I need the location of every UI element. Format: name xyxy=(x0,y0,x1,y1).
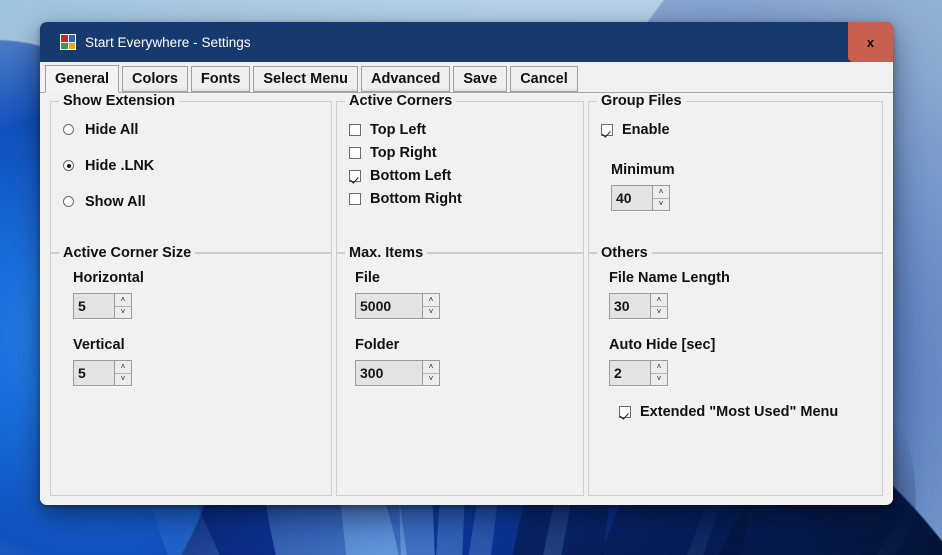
label-minimum: Minimum xyxy=(611,162,675,178)
checkbox-indicator-icon xyxy=(619,405,631,418)
group-others: Others File Name Length 30 ˄ ˅ Auto Hide… xyxy=(588,245,883,496)
stepper-minimum-value[interactable]: 40 xyxy=(612,186,652,210)
checkbox-indicator-icon xyxy=(601,123,613,136)
stepper-buttons: ˄ ˅ xyxy=(422,361,439,385)
stepper-auto-hide-value[interactable]: 2 xyxy=(610,361,650,385)
checkbox-extended-most-used-menu[interactable]: Extended "Most Used" Menu xyxy=(619,400,870,423)
close-button[interactable]: x xyxy=(848,22,893,62)
radio-indicator-icon xyxy=(63,124,74,135)
stepper-max-file-value[interactable]: 5000 xyxy=(356,294,422,318)
checkbox-enable-group-files[interactable]: Enable xyxy=(601,118,870,141)
stepper-down-icon[interactable]: ˅ xyxy=(423,373,439,385)
group-others-legend: Others xyxy=(597,245,652,261)
label-folder: Folder xyxy=(355,337,400,353)
tab-general[interactable]: General xyxy=(45,65,119,93)
stepper-up-icon[interactable]: ˄ xyxy=(651,294,667,307)
group-max-items-legend: Max. Items xyxy=(345,245,428,261)
stepper-file-name-length-value[interactable]: 30 xyxy=(610,294,650,318)
checkbox-indicator-icon xyxy=(349,169,361,182)
tab-bar: General Colors Fonts Select Menu Advance… xyxy=(40,62,893,93)
label-vertical: Vertical xyxy=(73,337,125,353)
radio-indicator-icon xyxy=(63,160,74,171)
label-horizontal: Horizontal xyxy=(73,270,144,286)
group-active-corner-size-legend: Active Corner Size xyxy=(59,245,196,261)
stepper-down-icon[interactable]: ˅ xyxy=(115,306,131,318)
stepper-buttons: ˄ ˅ xyxy=(114,294,131,318)
label-auto-hide: Auto Hide [sec] xyxy=(609,337,716,353)
stepper-file-name-length[interactable]: 30 ˄ ˅ xyxy=(609,293,668,319)
checkbox-indicator-icon xyxy=(349,192,361,205)
stepper-horizontal[interactable]: 5 ˄ ˅ xyxy=(73,293,132,319)
tab-advanced[interactable]: Advanced xyxy=(361,66,451,92)
stepper-up-icon[interactable]: ˄ xyxy=(651,361,667,374)
group-active-corners-legend: Active Corners xyxy=(345,93,457,109)
radio-show-all[interactable]: Show All xyxy=(63,190,319,213)
stepper-down-icon[interactable]: ˅ xyxy=(651,373,667,385)
radio-label: Show All xyxy=(85,193,146,210)
radio-hide-lnk[interactable]: Hide .LNK xyxy=(63,154,319,177)
tab-select-menu[interactable]: Select Menu xyxy=(253,66,358,92)
label-file: File xyxy=(355,270,380,286)
radio-label: Hide .LNK xyxy=(85,157,155,174)
label-file-name-length: File Name Length xyxy=(609,270,730,286)
checkbox-bottom-left[interactable]: Bottom Left xyxy=(349,164,571,187)
stepper-buttons: ˄ ˅ xyxy=(650,361,667,385)
stepper-down-icon[interactable]: ˅ xyxy=(115,373,131,385)
checkbox-bottom-right[interactable]: Bottom Right xyxy=(349,187,571,210)
stepper-down-icon[interactable]: ˅ xyxy=(653,198,669,210)
stepper-up-icon[interactable]: ˄ xyxy=(115,361,131,374)
desktop-wallpaper: Start Everywhere - Settings x General Co… xyxy=(0,0,942,555)
checkbox-indicator-icon xyxy=(349,146,361,159)
stepper-buttons: ˄ ˅ xyxy=(650,294,667,318)
stepper-up-icon[interactable]: ˄ xyxy=(423,361,439,374)
stepper-up-icon[interactable]: ˄ xyxy=(115,294,131,307)
stepper-buttons: ˄ ˅ xyxy=(114,361,131,385)
window-title: Start Everywhere - Settings xyxy=(85,34,251,50)
stepper-max-folder-value[interactable]: 300 xyxy=(356,361,422,385)
stepper-minimum[interactable]: 40 ˄ ˅ xyxy=(611,185,670,211)
settings-window: Start Everywhere - Settings x General Co… xyxy=(40,22,893,505)
checkbox-label: Bottom Right xyxy=(370,190,462,207)
general-tab-panel: Show Extension Hide All Hide .LNK Show A… xyxy=(40,92,893,505)
group-active-corners: Active Corners Top Left Top Right Bottom… xyxy=(336,93,584,253)
stepper-max-folder[interactable]: 300 ˄ ˅ xyxy=(355,360,440,386)
app-grid-icon xyxy=(60,34,76,50)
group-show-extension-legend: Show Extension xyxy=(59,93,179,109)
radio-label: Hide All xyxy=(85,121,139,138)
group-group-files-legend: Group Files xyxy=(597,93,686,109)
radio-hide-all[interactable]: Hide All xyxy=(63,118,319,141)
stepper-horizontal-value[interactable]: 5 xyxy=(74,294,114,318)
checkbox-label: Top Left xyxy=(370,121,427,138)
tab-colors[interactable]: Colors xyxy=(122,66,188,92)
stepper-up-icon[interactable]: ˄ xyxy=(423,294,439,307)
stepper-max-file[interactable]: 5000 ˄ ˅ xyxy=(355,293,440,319)
tab-save[interactable]: Save xyxy=(453,66,508,92)
stepper-buttons: ˄ ˅ xyxy=(422,294,439,318)
stepper-buttons: ˄ ˅ xyxy=(652,186,669,210)
stepper-down-icon[interactable]: ˅ xyxy=(651,306,667,318)
checkbox-top-right[interactable]: Top Right xyxy=(349,141,571,164)
tab-cancel[interactable]: Cancel xyxy=(510,66,578,92)
window-titlebar[interactable]: Start Everywhere - Settings x xyxy=(40,22,893,62)
tab-fonts[interactable]: Fonts xyxy=(190,66,251,92)
stepper-vertical[interactable]: 5 ˄ ˅ xyxy=(73,360,132,386)
stepper-down-icon[interactable]: ˅ xyxy=(423,306,439,318)
checkbox-label: Extended "Most Used" Menu xyxy=(640,403,839,420)
checkbox-label: Enable xyxy=(622,121,670,138)
checkbox-label: Bottom Left xyxy=(370,167,452,184)
radio-indicator-icon xyxy=(63,196,74,207)
stepper-up-icon[interactable]: ˄ xyxy=(653,186,669,199)
checkbox-top-left[interactable]: Top Left xyxy=(349,118,571,141)
stepper-auto-hide[interactable]: 2 ˄ ˅ xyxy=(609,360,668,386)
group-max-items: Max. Items File 5000 ˄ ˅ Folder 300 ˄ ˅ xyxy=(336,245,584,496)
group-show-extension: Show Extension Hide All Hide .LNK Show A… xyxy=(50,93,332,253)
group-active-corner-size: Active Corner Size Horizontal 5 ˄ ˅ Vert… xyxy=(50,245,332,496)
group-group-files: Group Files Enable Minimum 40 ˄ ˅ xyxy=(588,93,883,253)
checkbox-indicator-icon xyxy=(349,123,361,136)
checkbox-label: Top Right xyxy=(370,144,437,161)
stepper-vertical-value[interactable]: 5 xyxy=(74,361,114,385)
